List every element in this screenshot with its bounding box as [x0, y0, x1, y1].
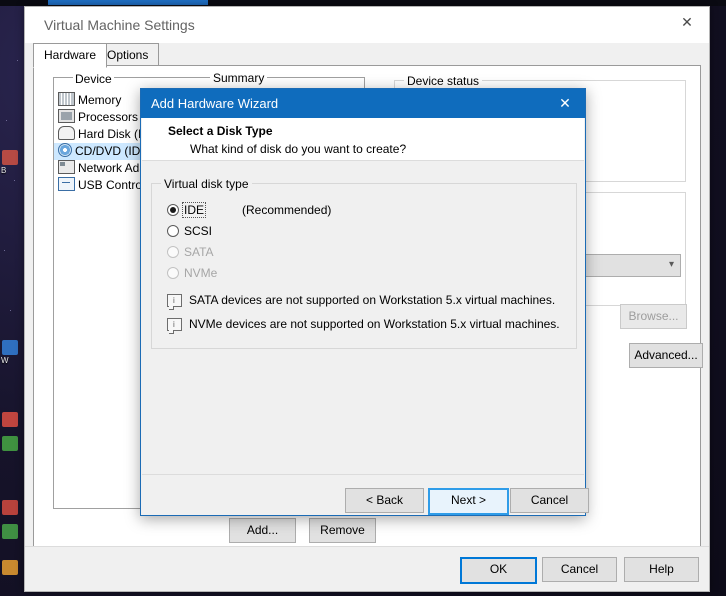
cancel-button[interactable]: Cancel	[542, 557, 617, 582]
dialog-button-bar: OK Cancel Help	[25, 546, 709, 591]
list-item-label: Memory	[78, 93, 122, 107]
note-nvme-text: NVMe devices are not supported on Workst…	[189, 317, 560, 331]
wizard-heading: Select a Disk Type	[168, 124, 273, 138]
remove-button[interactable]: Remove	[309, 518, 376, 543]
wizard-title: Add Hardware Wizard	[151, 96, 279, 111]
radio-nvme: NVMe	[167, 266, 447, 282]
desktop-icon-label: W	[1, 356, 9, 365]
radio-dot-scsi	[167, 225, 179, 237]
advanced-button[interactable]: Advanced...	[629, 343, 703, 368]
summary-column-header: Summary	[210, 71, 268, 85]
wizard-footer-divider	[142, 474, 584, 475]
radio-label-ide: IDE	[181, 202, 207, 218]
titlebar: Virtual Machine Settings ✕	[25, 7, 709, 43]
memory-icon	[58, 92, 75, 106]
desktop-icon[interactable]	[2, 524, 18, 539]
radio-dot-sata	[167, 246, 179, 258]
desktop-icon[interactable]	[2, 150, 18, 165]
desktop-icon-label: B	[1, 166, 7, 175]
wizard-titlebar: Add Hardware Wizard ✕	[141, 89, 585, 118]
help-button[interactable]: Help	[624, 557, 699, 582]
info-icon: i	[167, 294, 182, 310]
info-icon: i	[167, 318, 182, 334]
close-icon[interactable]: ✕	[545, 89, 585, 118]
device-column-header: Device	[73, 72, 114, 86]
radio-scsi[interactable]: SCSI	[167, 224, 447, 240]
tab-strip: Hardware Options	[33, 43, 701, 68]
radio-sata: SATA	[167, 245, 447, 261]
radio-dot-ide	[167, 204, 179, 216]
desktop-icon[interactable]	[2, 340, 18, 355]
add-button[interactable]: Add...	[229, 518, 296, 543]
list-item-label: Processors	[78, 110, 139, 124]
wizard-subheading: What kind of disk do you want to create?	[190, 142, 407, 156]
desktop-icon[interactable]	[2, 436, 18, 451]
radio-note-ide: (Recommended)	[242, 203, 332, 217]
radio-ide[interactable]: IDE (Recommended)	[167, 202, 447, 219]
next-button[interactable]: Next >	[428, 488, 509, 515]
tab-hardware[interactable]: Hardware	[33, 43, 108, 68]
processor-icon	[58, 109, 75, 123]
cddvd-icon	[58, 143, 72, 157]
back-button[interactable]: < Back	[345, 488, 424, 513]
radio-label-sata: SATA	[184, 245, 214, 259]
usb-icon	[58, 177, 75, 191]
desktop-icon[interactable]	[2, 500, 18, 515]
chevron-down-icon: ▾	[668, 259, 674, 270]
device-status-label: Device status	[404, 74, 483, 88]
radio-dot-nvme	[167, 267, 179, 279]
wizard-body: Virtual disk type IDE (Recommended) SCSI…	[142, 161, 584, 474]
harddisk-icon	[58, 126, 75, 140]
desktop-icon[interactable]	[2, 560, 18, 575]
wizard-header: Select a Disk Type What kind of disk do …	[142, 118, 584, 161]
wizard-cancel-button[interactable]: Cancel	[510, 488, 589, 513]
browse-button[interactable]: Browse...	[620, 304, 687, 329]
radio-label-scsi: SCSI	[184, 224, 213, 238]
ok-button[interactable]: OK	[460, 557, 537, 584]
add-hardware-wizard-dialog: Add Hardware Wizard ✕ Select a Disk Type…	[140, 88, 589, 516]
desktop-icon[interactable]	[2, 412, 18, 427]
window-accent-strip	[48, 0, 208, 5]
radio-label-nvme: NVMe	[184, 266, 218, 280]
note-sata-text: SATA devices are not supported on Workst…	[189, 293, 556, 307]
virtual-disk-type-label: Virtual disk type	[161, 177, 252, 191]
network-icon	[58, 160, 75, 174]
close-icon[interactable]: ✕	[665, 7, 709, 37]
window-title: Virtual Machine Settings	[44, 17, 195, 33]
